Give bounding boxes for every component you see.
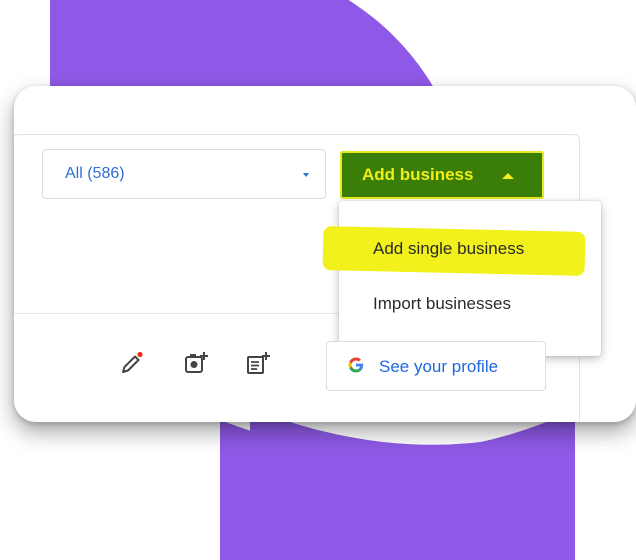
caret-up-icon <box>502 173 514 179</box>
business-filter-select[interactable]: All (586) <box>42 149 326 199</box>
add-business-button[interactable]: Add business <box>340 151 544 199</box>
see-profile-button[interactable]: See your profile <box>326 341 546 391</box>
see-profile-label: See your profile <box>379 357 499 376</box>
business-card: All (586) Add business Add single busine… <box>14 86 636 422</box>
edit-icon[interactable] <box>120 351 144 375</box>
add-post-icon[interactable] <box>246 351 270 375</box>
add-photo-icon[interactable] <box>184 351 208 375</box>
google-g-icon <box>348 357 364 373</box>
menu-item-import-businesses[interactable]: Import businesses <box>373 294 511 314</box>
add-business-label: Add business <box>362 165 474 184</box>
add-business-menu: Add single business Import businesses <box>322 201 601 356</box>
chevron-down-icon <box>303 173 309 177</box>
menu-item-add-single-business[interactable]: Add single business <box>373 239 524 259</box>
business-filter-value: All (586) <box>65 165 125 182</box>
